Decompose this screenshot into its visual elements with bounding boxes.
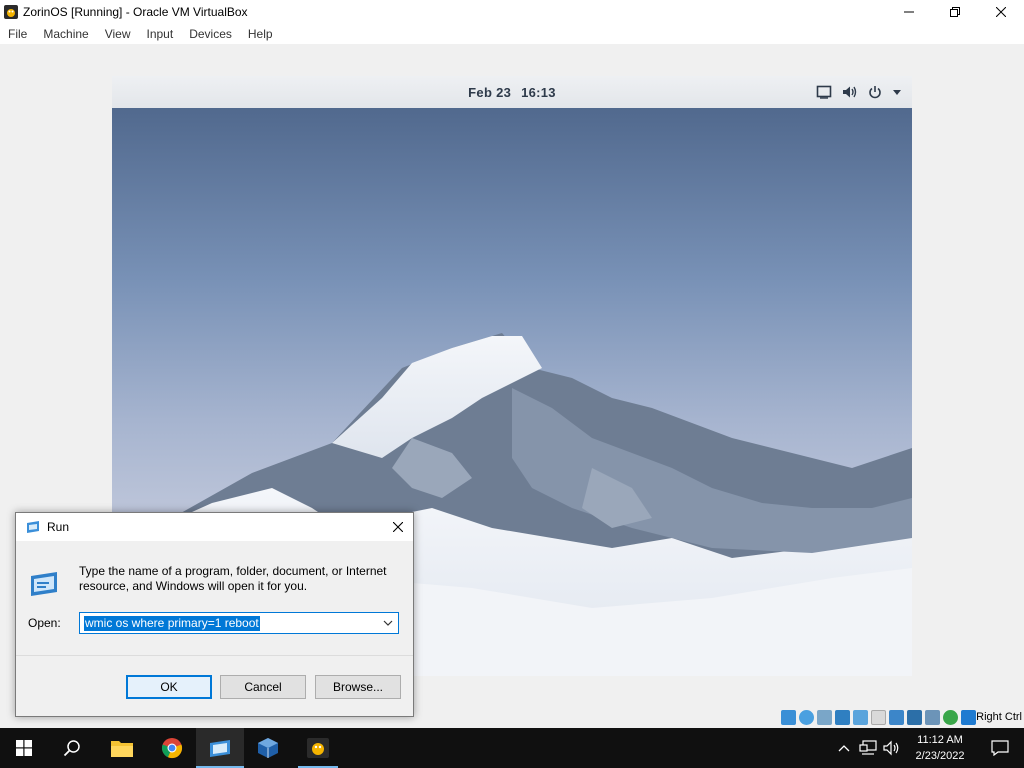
menu-help[interactable]: Help: [240, 27, 281, 41]
virtualbox-app-icon: [4, 4, 18, 19]
open-label: Open:: [28, 616, 61, 630]
guest-clock[interactable]: Feb 23 16:13: [465, 85, 559, 100]
ok-button[interactable]: OK: [126, 675, 212, 699]
recording-icon[interactable]: [907, 710, 922, 725]
audio-icon[interactable]: [817, 710, 832, 725]
run-footer: OK Cancel Browse...: [16, 655, 413, 716]
guest-tray: [816, 76, 902, 108]
taskbar-run[interactable]: [196, 728, 244, 768]
chevron-down-icon[interactable]: [892, 87, 902, 97]
start-icon: [16, 740, 32, 756]
host-key-label: Right Ctrl: [976, 711, 1022, 723]
mouse-integration-icon[interactable]: [943, 710, 958, 725]
network-icon[interactable]: [835, 710, 850, 725]
chrome-icon: [161, 738, 183, 759]
run-close-button[interactable]: [389, 518, 407, 536]
chevron-down-icon: [383, 620, 393, 626]
guest-time: 16:13: [521, 84, 556, 100]
shared-folders-icon[interactable]: [871, 710, 886, 725]
action-center-button[interactable]: [976, 728, 1024, 768]
minimize-button[interactable]: [886, 0, 932, 23]
network-icon: [859, 740, 877, 755]
taskbar-file-explorer[interactable]: [98, 728, 146, 768]
network-tray-button[interactable]: [856, 728, 880, 768]
virtualbox-icon: [258, 738, 278, 758]
window-title: ZorinOS [Running] - Oracle VM VirtualBox: [23, 4, 248, 19]
restore-icon: [950, 6, 960, 17]
minimize-icon: [904, 11, 914, 12]
notification-icon: [991, 740, 1009, 756]
cancel-button[interactable]: Cancel: [220, 675, 306, 699]
run-body: Type the name of a program, folder, docu…: [16, 541, 413, 655]
vbox-titlebar: ZorinOS [Running] - Oracle VM VirtualBox: [0, 0, 1024, 23]
menu-devices[interactable]: Devices: [181, 27, 240, 41]
zorin-vm-icon: [307, 738, 329, 758]
taskbar-chrome[interactable]: [148, 728, 196, 768]
menu-input[interactable]: Input: [139, 27, 182, 41]
screen-icon[interactable]: [816, 85, 832, 99]
chevron-up-icon: [838, 745, 850, 752]
status-icons: [781, 710, 976, 726]
file-explorer-icon: [111, 741, 133, 757]
guest-date: Feb 23: [468, 84, 512, 100]
open-combobox[interactable]: wmic os where primary=1 reboot: [79, 612, 399, 634]
taskbar-clock[interactable]: 11:12 AM 2/23/2022: [904, 732, 976, 764]
close-button[interactable]: [978, 0, 1024, 23]
run-dialog: Run Type the name of a program, folder, …: [15, 512, 414, 717]
menu-machine[interactable]: Machine: [35, 27, 96, 41]
run-title: Run: [47, 520, 70, 534]
combo-dropdown-button[interactable]: [381, 616, 395, 630]
display-icon[interactable]: [889, 710, 904, 725]
usb-icon[interactable]: [853, 710, 868, 725]
system-tray: 11:12 AM 2/23/2022: [832, 728, 1024, 768]
volume-tray-button[interactable]: [880, 728, 904, 768]
start-button[interactable]: [0, 728, 48, 768]
optical-disk-icon[interactable]: [799, 710, 814, 725]
window-controls: [886, 0, 1024, 23]
clock-time: 11:12 AM: [917, 734, 963, 746]
open-input[interactable]: wmic os where primary=1 reboot: [84, 615, 260, 631]
hard-disk-icon[interactable]: [781, 710, 796, 725]
run-icon: [210, 740, 230, 757]
clock-date: 2/23/2022: [915, 750, 965, 762]
close-icon: [996, 6, 1006, 17]
windows-taskbar: 11:12 AM 2/23/2022: [0, 728, 1024, 768]
taskbar-zorin-vm[interactable]: [294, 728, 342, 768]
keyboard-icon[interactable]: [961, 710, 976, 725]
taskbar-virtualbox[interactable]: [244, 728, 292, 768]
cpu-icon[interactable]: [925, 710, 940, 725]
menu-view[interactable]: View: [97, 27, 139, 41]
run-icon: [27, 521, 39, 533]
show-hidden-icons-button[interactable]: [832, 728, 856, 768]
volume-icon[interactable]: [842, 85, 858, 99]
browse-button[interactable]: Browse...: [315, 675, 401, 699]
guest-top-panel: Feb 23 16:13: [112, 76, 912, 108]
menu-file[interactable]: File: [0, 27, 35, 41]
speaker-icon: [883, 740, 899, 756]
search-icon: [63, 740, 80, 757]
restore-button[interactable]: [932, 0, 978, 23]
run-titlebar: Run: [16, 513, 413, 541]
run-description: Type the name of a program, folder, docu…: [79, 564, 387, 593]
vbox-menubar: File Machine View Input Devices Help: [0, 23, 1024, 44]
close-icon: [393, 522, 403, 532]
run-program-icon: [31, 572, 57, 596]
search-button[interactable]: [48, 728, 96, 768]
power-icon[interactable]: [868, 85, 882, 99]
